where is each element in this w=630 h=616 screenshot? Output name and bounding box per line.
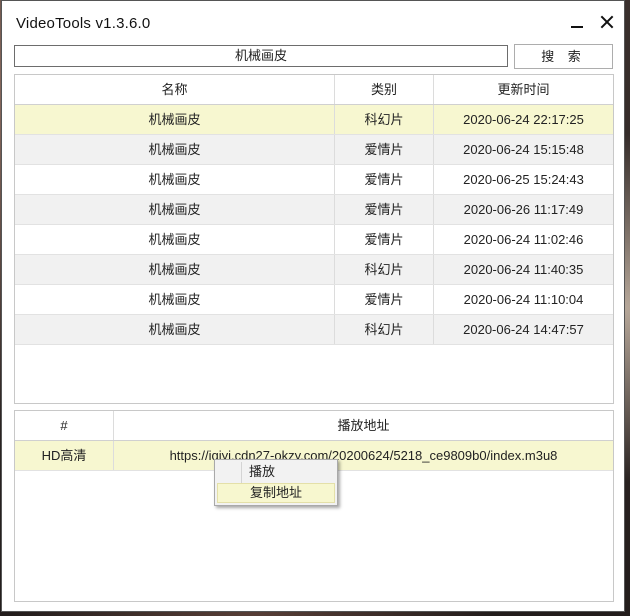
row-category: 爱情片 <box>335 135 434 164</box>
row-name: 机械画皮 <box>15 165 335 194</box>
close-icon[interactable] <box>594 10 620 34</box>
context-menu-play[interactable]: 播放 <box>217 462 335 482</box>
context-menu: 播放 复制地址 <box>214 459 338 506</box>
row-updated: 2020-06-26 11:17:49 <box>463 202 584 217</box>
row-name: 机械画皮 <box>15 285 335 314</box>
table-row[interactable]: 机械画皮 爱情片 2020-06-24 11:02:46 <box>15 225 613 255</box>
window-title: VideoTools v1.3.6.0 <box>16 15 151 32</box>
row-category: 爱情片 <box>335 225 434 254</box>
search-button[interactable]: 搜 索 <box>514 44 613 69</box>
search-input[interactable]: 机械画皮 <box>14 45 508 67</box>
column-header-name[interactable]: 名称 <box>15 75 335 104</box>
row-category: 科幻片 <box>335 315 434 344</box>
links-table: # 播放地址 HD高清 https://iqiyi.cdn27-okzy.com… <box>14 410 614 602</box>
row-updated: 2020-06-25 15:24:43 <box>463 172 584 187</box>
row-updated: 2020-06-24 11:10:04 <box>463 292 584 307</box>
row-category: 爱情片 <box>335 165 434 194</box>
column-header-url[interactable]: 播放地址 <box>114 411 613 440</box>
row-updated: 2020-06-24 14:47:57 <box>463 322 584 337</box>
column-header-index[interactable]: # <box>15 411 114 440</box>
minimize-icon[interactable] <box>564 10 590 34</box>
context-menu-copy-url[interactable]: 复制地址 <box>217 483 335 503</box>
table-row[interactable]: 机械画皮 科幻片 2020-06-24 22:17:25 <box>15 105 613 135</box>
title-bar[interactable]: VideoTools v1.3.6.0 <box>2 1 624 41</box>
row-updated: 2020-06-24 22:17:25 <box>463 112 584 127</box>
row-category: 爱情片 <box>335 195 434 224</box>
row-name: 机械画皮 <box>15 255 335 284</box>
row-name: 机械画皮 <box>15 135 335 164</box>
column-header-category[interactable]: 类别 <box>335 75 434 104</box>
row-category: 科幻片 <box>335 105 434 134</box>
table-row[interactable]: 机械画皮 科幻片 2020-06-24 11:40:35 <box>15 255 613 285</box>
results-header: 名称 类别 更新时间 <box>15 75 613 105</box>
row-category: 爱情片 <box>335 285 434 314</box>
row-name: 机械画皮 <box>15 225 335 254</box>
row-updated: 2020-06-24 15:15:48 <box>463 142 584 157</box>
row-name: 机械画皮 <box>15 105 335 134</box>
links-header: # 播放地址 <box>15 411 613 441</box>
row-updated: 2020-06-24 11:40:35 <box>463 262 584 277</box>
table-row[interactable]: 机械画皮 科幻片 2020-06-24 14:47:57 <box>15 315 613 345</box>
table-row[interactable]: 机械画皮 爱情片 2020-06-26 11:17:49 <box>15 195 613 225</box>
column-header-updated[interactable]: 更新时间 <box>434 75 613 104</box>
table-row[interactable]: 机械画皮 爱情片 2020-06-24 11:10:04 <box>15 285 613 315</box>
row-updated: 2020-06-24 11:02:46 <box>463 232 584 247</box>
table-row[interactable]: 机械画皮 爱情片 2020-06-25 15:24:43 <box>15 165 613 195</box>
row-quality: HD高清 <box>15 441 114 470</box>
row-name: 机械画皮 <box>15 315 335 344</box>
results-table: 名称 类别 更新时间 机械画皮 科幻片 2020-06-24 22:17:25 … <box>14 74 614 404</box>
table-row[interactable]: 机械画皮 爱情片 2020-06-24 15:15:48 <box>15 135 613 165</box>
row-url: https://iqiyi.cdn27-okzy.com/20200624/52… <box>169 448 558 463</box>
row-category: 科幻片 <box>335 255 434 284</box>
row-name: 机械画皮 <box>15 195 335 224</box>
